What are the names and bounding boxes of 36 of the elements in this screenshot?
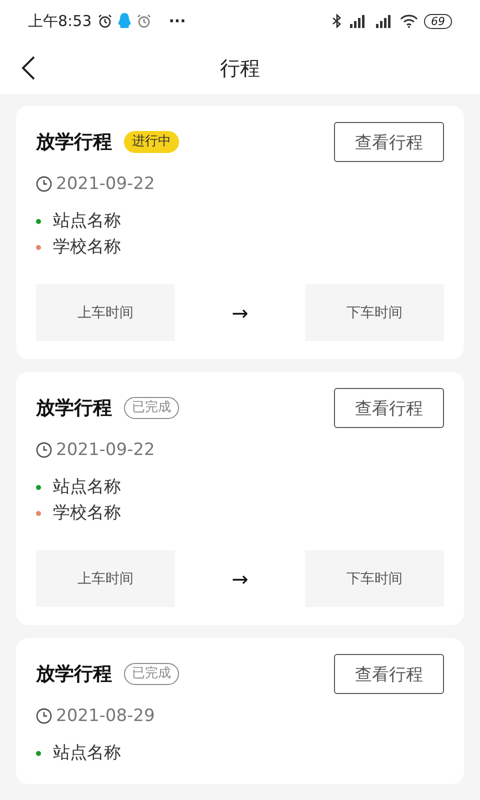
view-trip-button[interactable]: 查看行程 <box>334 122 444 162</box>
arrow-text: → <box>232 566 248 590</box>
penguin-icon <box>118 13 131 29</box>
alighting-time-box: 下车时间 <box>304 284 444 341</box>
more-notifications: ··· <box>168 12 186 30</box>
wifi-icon <box>400 14 418 28</box>
status-badge: 已完成 <box>124 397 179 419</box>
clock-icon <box>36 708 52 724</box>
stop-name: 站点名称 <box>53 742 121 765</box>
trip-title: 放学行程 <box>36 130 112 155</box>
arrow-text: → <box>232 300 248 324</box>
status-badge: 进行中 <box>124 131 179 153</box>
alarm-clock-icon <box>136 14 151 28</box>
alighting-time-box: 下车时间 <box>304 550 444 607</box>
boarding-time-box: 上车时间 <box>36 284 175 341</box>
view-trip-button[interactable]: 查看行程 <box>334 388 444 428</box>
boarding-time-box: 上车时间 <box>36 550 175 607</box>
status-time: 上午8:53 <box>28 12 92 30</box>
clock-icon <box>36 442 52 458</box>
stop-name: 站点名称 <box>53 476 121 499</box>
status-badge: 已完成 <box>124 663 179 685</box>
stop-name: 学校名称 <box>53 502 121 525</box>
stop-name: 站点名称 <box>53 210 121 233</box>
trip-date: 2021-09-22 <box>56 440 155 460</box>
battery-icon: 69 <box>424 14 452 28</box>
view-trip-button[interactable]: 查看行程 <box>334 654 444 694</box>
stop-name: 学校名称 <box>53 236 121 259</box>
trip-title: 放学行程 <box>36 396 112 421</box>
page-title: 行程 <box>220 54 260 82</box>
back-icon[interactable] <box>20 56 36 80</box>
trip-date: 2021-09-22 <box>56 174 155 194</box>
bluetooth-icon <box>332 14 342 28</box>
alarm-clock-icon <box>98 14 112 28</box>
trip-title: 放学行程 <box>36 662 112 687</box>
trip-date: 2021-08-29 <box>56 706 155 726</box>
clock-icon <box>36 176 52 192</box>
